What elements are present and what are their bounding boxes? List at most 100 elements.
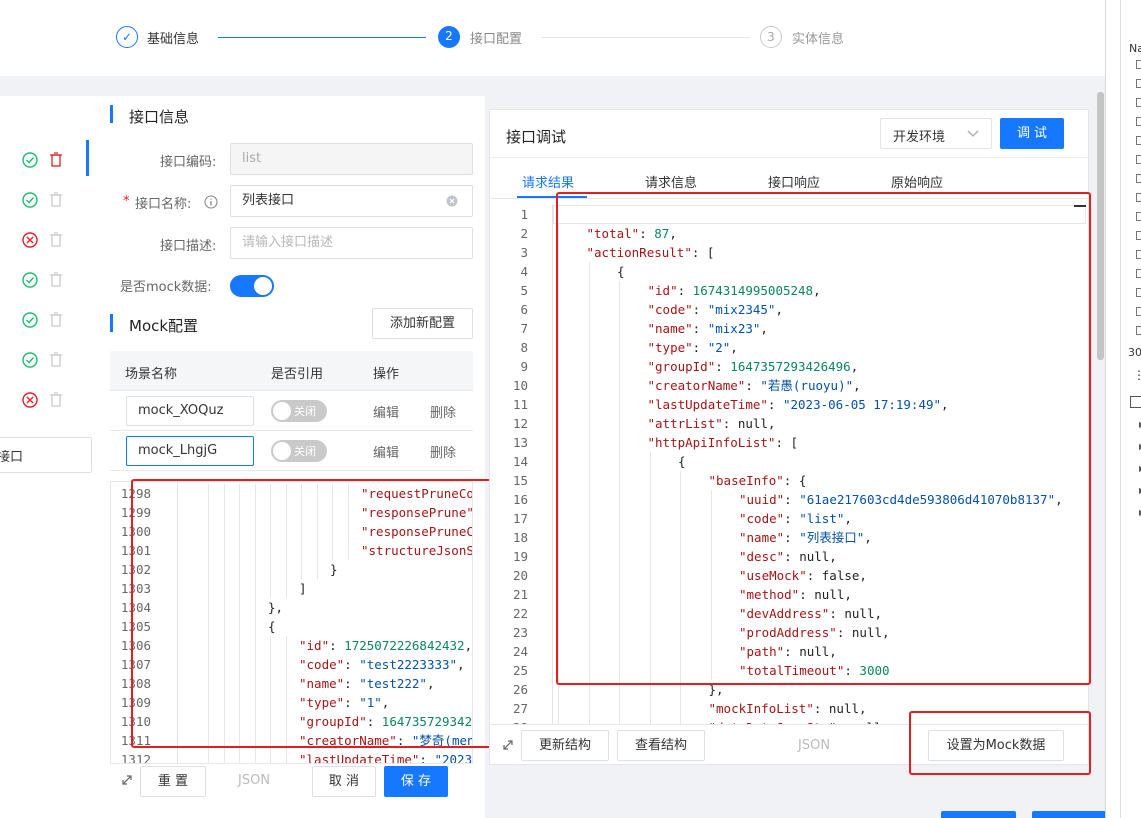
devtools-checkbox[interactable] <box>1136 79 1141 88</box>
tab-request-info[interactable]: 请求信息 <box>645 172 697 191</box>
code-label: 接口编码: <box>160 155 217 170</box>
devtools-checkbox[interactable] <box>1136 98 1141 107</box>
update-structure-button[interactable]: 更新结构 <box>521 730 609 761</box>
devtools-checkbox[interactable] <box>1136 174 1141 183</box>
line-number: 10 <box>512 378 528 393</box>
edit-link[interactable]: 编辑 <box>373 402 399 421</box>
scene-name-input[interactable]: mock_LhgjG <box>126 436 254 466</box>
devtools-checkbox[interactable] <box>1136 288 1141 297</box>
devtools-checkbox[interactable] <box>1136 250 1141 259</box>
line-number: 1 <box>520 207 528 222</box>
trash-icon[interactable] <box>50 392 62 407</box>
clear-icon[interactable] <box>446 195 458 207</box>
debug-json-label: JSON <box>798 738 831 753</box>
step-2-active-icon: 2 <box>438 26 460 48</box>
info-icon[interactable] <box>204 195 218 209</box>
line-number: 25 <box>512 663 528 678</box>
indent-guide <box>208 750 209 763</box>
save-button[interactable]: 保 存 <box>384 766 448 797</box>
trash-icon[interactable] <box>50 152 62 167</box>
trash-icon[interactable] <box>50 272 62 287</box>
trash-icon[interactable] <box>50 192 62 207</box>
desc-label: 接口描述: <box>160 239 217 254</box>
devtools-checkbox[interactable] <box>1136 60 1141 69</box>
devtools-panel-icon[interactable] <box>1130 396 1141 408</box>
trash-icon[interactable] <box>50 312 62 327</box>
env-select[interactable]: 开发环境 <box>880 118 992 149</box>
delete-link[interactable]: 删除 <box>430 402 456 421</box>
table-row: mock_XOQuz 关闭 编辑 删除 <box>110 391 473 431</box>
indent-guide <box>254 750 256 763</box>
reference-switch[interactable]: 关闭 <box>271 440 327 462</box>
devtools-checkbox[interactable] <box>1136 231 1141 240</box>
expand-icon[interactable] <box>502 739 514 751</box>
env-select-value: 开发环境 <box>893 130 946 145</box>
devtools-checkbox[interactable] <box>1136 307 1141 316</box>
table-row: mock_LhgjG 关闭 编辑 删除 <box>110 431 473 471</box>
section-title-bar <box>110 105 113 123</box>
tab-request-result[interactable]: 请求结果 <box>522 172 574 191</box>
mock-table-header: 场景名称 是否引用 操作 <box>110 351 473 391</box>
mock-switch-label: 是否mock数据: <box>120 280 212 295</box>
reset-button[interactable]: 重 置 <box>140 766 206 797</box>
devtools-checkbox[interactable] <box>1136 117 1141 126</box>
devtools-checkbox[interactable] <box>1136 155 1141 164</box>
highlight-set-mock-button <box>909 711 1091 775</box>
debug-header-divider <box>490 157 1088 158</box>
line-number: 21 <box>512 587 528 602</box>
devtools-checkbox[interactable] <box>1136 326 1141 335</box>
tab-interface-response[interactable]: 接口响应 <box>768 172 820 191</box>
line-number: 3 <box>520 245 528 260</box>
delete-link[interactable]: 删除 <box>430 442 456 461</box>
line-number: 15 <box>512 473 528 488</box>
debug-button[interactable]: 调 试 <box>1000 118 1064 149</box>
mock-json-label: JSON <box>238 773 271 788</box>
indent-guide <box>285 750 287 763</box>
devtools-checkbox[interactable] <box>1136 136 1141 145</box>
footer-button-partial[interactable] <box>1032 811 1106 818</box>
error-icon <box>22 232 38 248</box>
expand-icon[interactable] <box>121 774 133 786</box>
line-number: 17 <box>512 511 528 526</box>
debug-title: 接口调试 <box>506 128 567 146</box>
step-3-icon: 3 <box>760 26 782 48</box>
trash-icon[interactable] <box>50 352 62 367</box>
page-scrollbar[interactable] <box>1097 92 1104 360</box>
footer-button-partial[interactable] <box>941 811 1016 818</box>
indent-guide <box>270 750 271 763</box>
devtools-checkbox[interactable] <box>1136 269 1141 278</box>
add-config-button[interactable]: 添加新配置 <box>372 308 473 339</box>
highlight-mock-editor <box>131 479 532 748</box>
mock-switch[interactable] <box>230 275 274 297</box>
devtools-more-icon[interactable]: ⋮ <box>1133 368 1141 382</box>
reference-switch[interactable]: 关闭 <box>271 400 327 422</box>
left-list-partial-input[interactable]: 接口 <box>0 437 92 473</box>
edit-link[interactable]: 编辑 <box>373 442 399 461</box>
line-number: 24 <box>512 644 528 659</box>
step-1-label: 基础信息 <box>147 32 200 47</box>
column-is-referenced: 是否引用 <box>271 367 324 382</box>
line-number: 14 <box>512 454 528 469</box>
name-input[interactable]: 列表接口 <box>230 185 473 217</box>
line-number: 2 <box>520 226 528 241</box>
line-number: 12 <box>512 416 528 431</box>
reference-switch-knob <box>273 442 291 460</box>
step-2-label: 接口配置 <box>470 32 523 47</box>
devtools-checkbox[interactable] <box>1136 212 1141 221</box>
ok-icon <box>22 152 38 168</box>
left-list-active-indicator <box>86 140 89 176</box>
desc-input[interactable]: 请输入接口描述 <box>230 227 473 259</box>
line-number: 20 <box>512 568 528 583</box>
cancel-button[interactable]: 取 消 <box>312 766 376 797</box>
scene-name-input[interactable]: mock_XOQuz <box>126 396 254 426</box>
reference-switch-text: 关闭 <box>294 445 316 458</box>
view-structure-button[interactable]: 查看结构 <box>617 730 705 761</box>
trash-icon[interactable] <box>50 232 62 247</box>
devtools-header: Na <box>1129 42 1141 55</box>
ok-icon <box>22 352 38 368</box>
devtools-checkbox[interactable] <box>1136 193 1141 202</box>
tab-raw-response[interactable]: 原始响应 <box>891 172 943 191</box>
step-connector-2 <box>541 37 749 38</box>
code-input[interactable]: list <box>230 143 473 175</box>
steps-bar: ✓ 基础信息 2 接口配置 3 实体信息 <box>0 0 1105 76</box>
